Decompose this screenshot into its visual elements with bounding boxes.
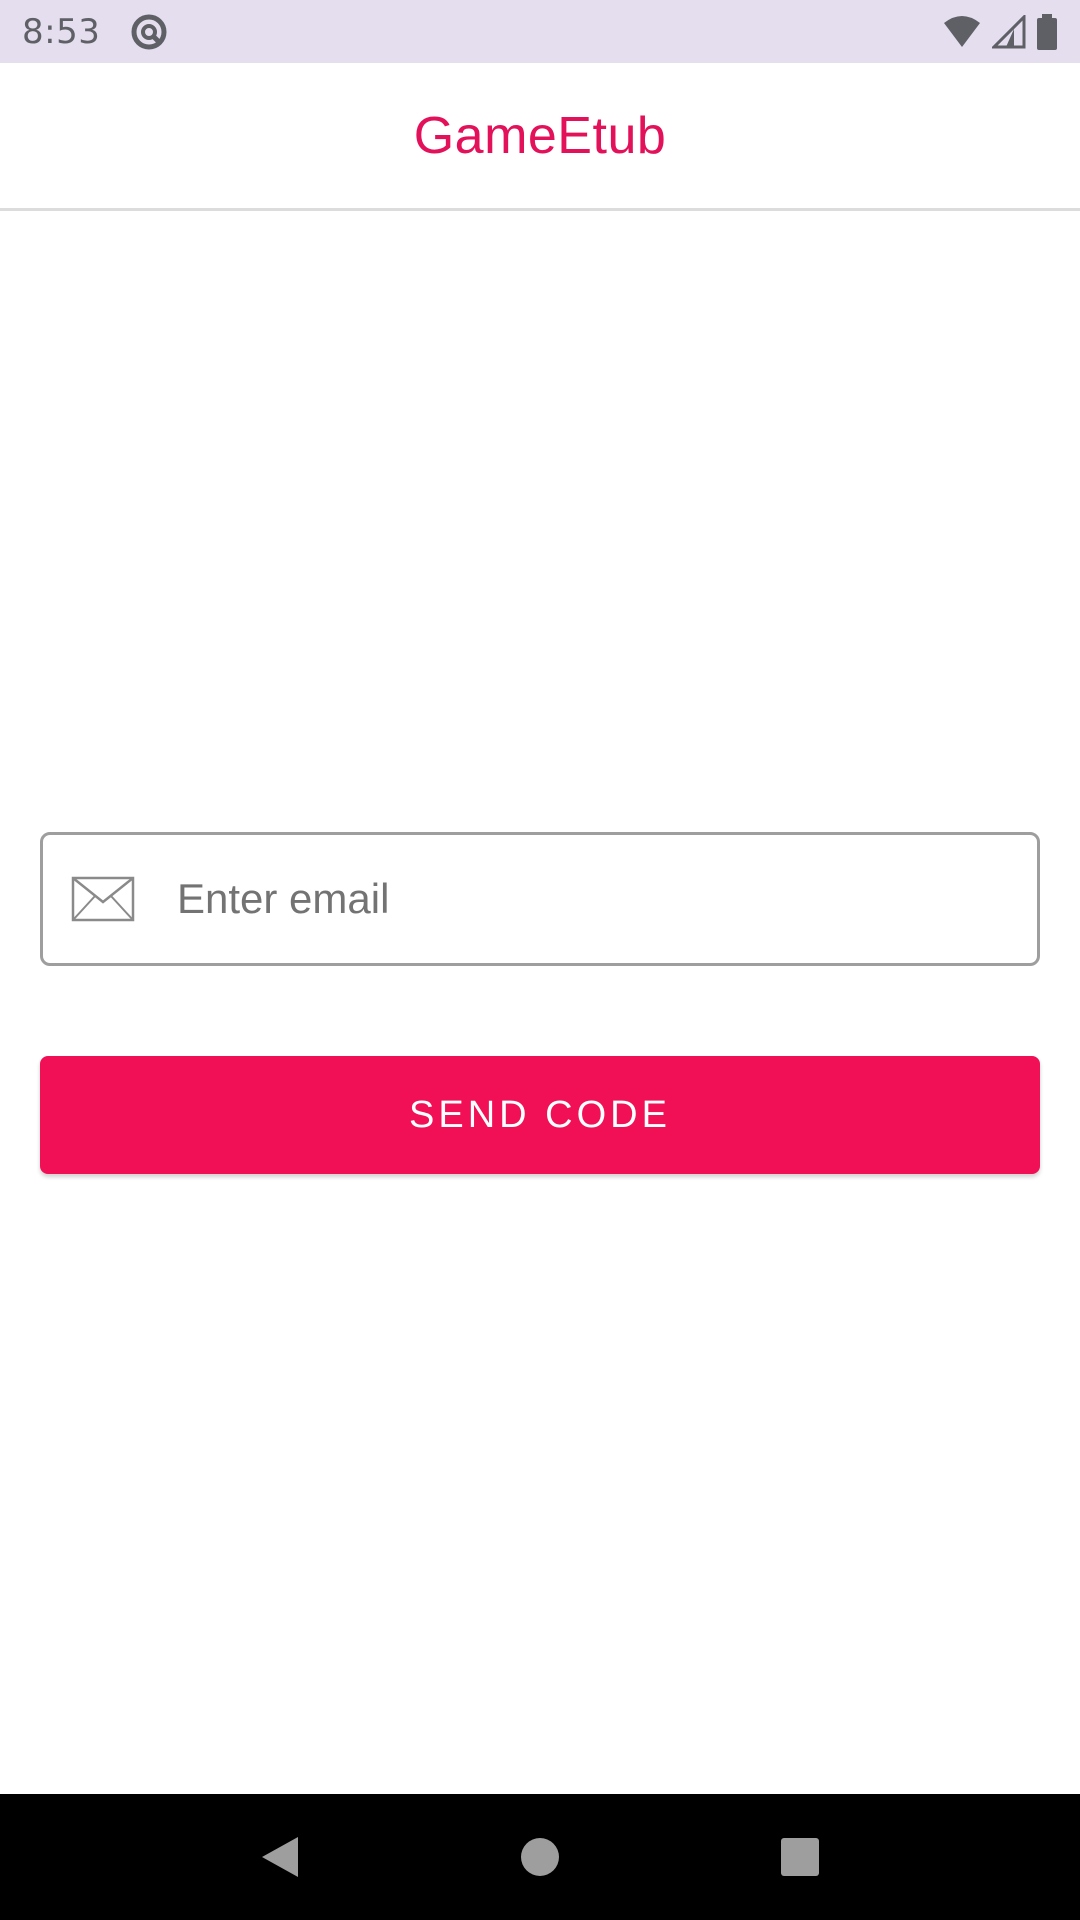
app-bar: GameEtub xyxy=(0,63,1080,211)
status-bar: 8:53 xyxy=(0,0,1080,63)
cell-signal-icon xyxy=(992,14,1026,49)
app-title: GameEtub xyxy=(413,106,667,165)
navigation-bar xyxy=(0,1794,1080,1920)
mail-icon xyxy=(71,876,135,922)
send-code-button[interactable]: SEND CODE xyxy=(40,1056,1040,1174)
wifi-icon xyxy=(942,15,982,49)
status-icons xyxy=(942,13,1058,50)
do-not-disturb-icon xyxy=(128,11,170,53)
home-icon[interactable] xyxy=(495,1812,585,1902)
back-icon[interactable] xyxy=(235,1812,325,1902)
screen: 8:53 GameEtub Enter email SEND CODE xyxy=(0,0,1080,1920)
recents-icon[interactable] xyxy=(755,1812,845,1902)
battery-icon xyxy=(1036,13,1058,50)
status-time: 8:53 xyxy=(22,11,101,52)
email-field[interactable] xyxy=(40,832,1040,966)
email-input[interactable] xyxy=(177,835,1037,963)
